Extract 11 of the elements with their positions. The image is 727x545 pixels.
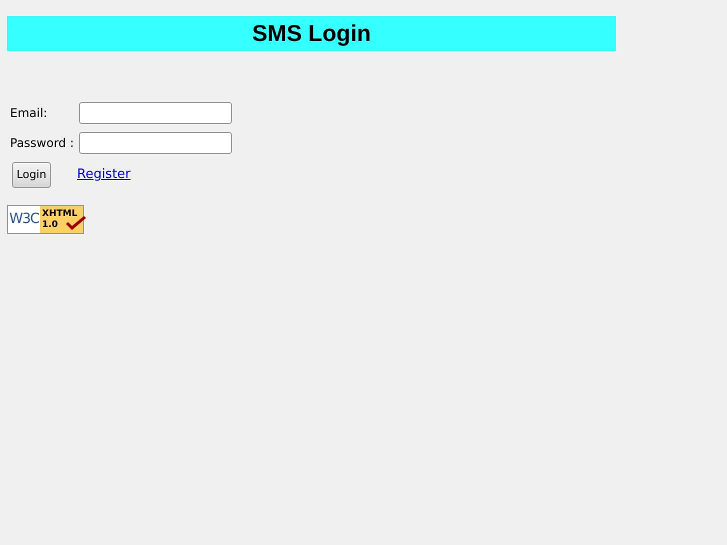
register-link[interactable]: Register xyxy=(77,165,131,185)
password-field[interactable] xyxy=(79,132,232,154)
check-icon xyxy=(65,216,87,232)
field-label: Password : xyxy=(10,135,75,152)
login-button[interactable]: Login xyxy=(12,162,51,188)
field-label: Email: xyxy=(10,105,48,122)
badge-version: 1.0 xyxy=(42,220,58,230)
email-field[interactable] xyxy=(79,102,232,124)
badge-name: XHTML xyxy=(42,208,78,220)
page-title: SMS Login xyxy=(252,19,371,48)
badge-logo: W3C xyxy=(8,210,40,229)
